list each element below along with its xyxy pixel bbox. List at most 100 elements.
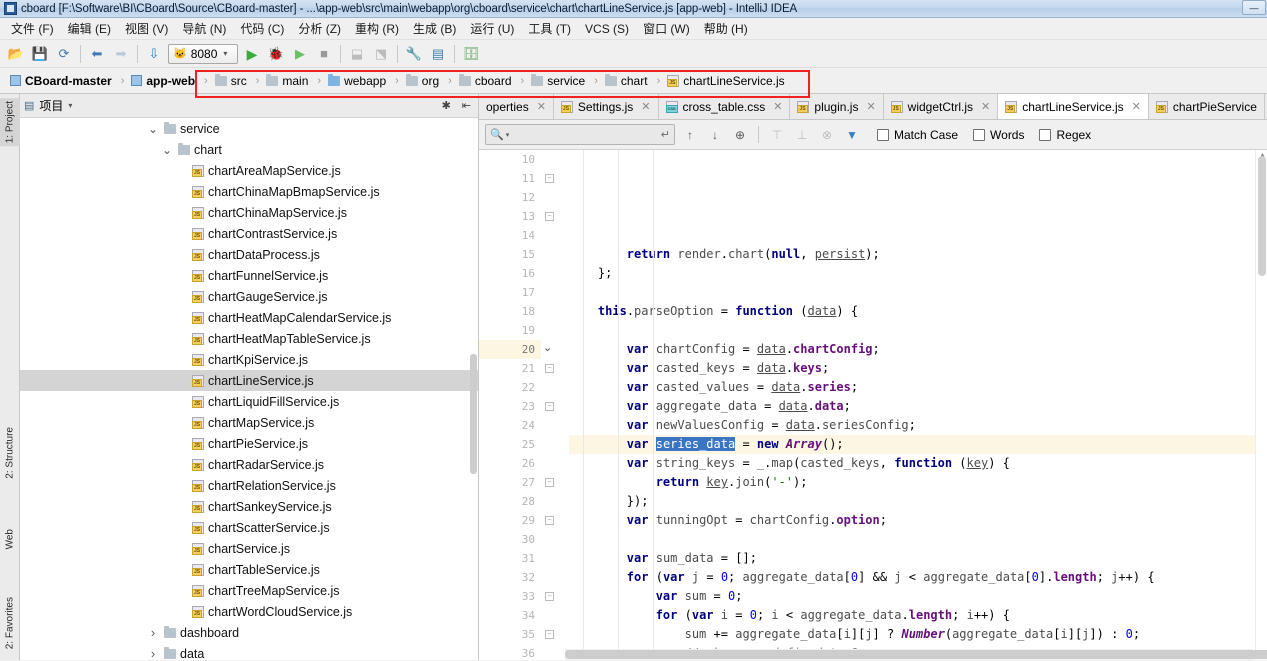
chevron-right-icon[interactable]: › xyxy=(146,625,160,640)
deploy-icon[interactable]: ⬔ xyxy=(370,43,392,65)
tree-row[interactable]: › dashboard xyxy=(20,622,478,643)
code-line[interactable]: var sum_data = []; xyxy=(569,549,1255,568)
words-checkbox[interactable]: Words xyxy=(973,128,1024,142)
close-icon[interactable]: ✕ xyxy=(537,100,546,113)
fold-collapse-icon[interactable]: − xyxy=(545,212,554,221)
editor-tab[interactable]: cross_table.css ✕ xyxy=(658,94,791,119)
select-all-occurrences-icon[interactable]: ⊕ xyxy=(730,125,750,145)
close-icon[interactable]: ✕ xyxy=(641,100,650,113)
breadcrumb-item-app-web[interactable]: app-web xyxy=(125,72,203,90)
forward-icon[interactable]: ➡ xyxy=(110,43,132,65)
tree-row[interactable]: chartSankeyService.js xyxy=(20,496,478,517)
editor-tab[interactable]: Settings.js ✕ xyxy=(553,94,659,119)
menu-view[interactable]: 视图 (V) xyxy=(118,18,175,39)
tree-row[interactable]: chartRelationService.js xyxy=(20,475,478,496)
gear-icon[interactable]: ✱ xyxy=(439,99,454,112)
fold-collapse-icon[interactable]: − xyxy=(545,516,554,525)
compile-icon[interactable]: ⇩ xyxy=(143,43,165,65)
fold-collapse-icon[interactable]: − xyxy=(545,592,554,601)
breadcrumb-item-webapp[interactable]: webapp xyxy=(322,72,394,90)
run-coverage-icon[interactable]: ▶ xyxy=(289,43,311,65)
tree-row[interactable]: chartChinaMapBmapService.js xyxy=(20,181,478,202)
code-line[interactable]: return key.join('-'); xyxy=(569,473,1255,492)
sync-icon[interactable]: ⟳ xyxy=(53,43,75,65)
menu-file[interactable]: 文件 (F) xyxy=(4,18,61,39)
tree-row[interactable]: chartWordCloudService.js xyxy=(20,601,478,622)
menu-analyze[interactable]: 分析 (Z) xyxy=(291,18,348,39)
breadcrumb-item-service[interactable]: service xyxy=(525,72,593,90)
fold-collapse-icon[interactable]: − xyxy=(545,364,554,373)
code-line[interactable]: var string_keys = _.map(casted_keys, fun… xyxy=(569,454,1255,473)
close-icon[interactable]: ✕ xyxy=(1132,100,1141,113)
breadcrumb-item-src[interactable]: src xyxy=(209,72,255,90)
code-line[interactable] xyxy=(569,283,1255,302)
find-next-icon[interactable]: ↓ xyxy=(705,125,725,145)
code-line[interactable]: for (var i = 0; i < aggregate_data.lengt… xyxy=(569,606,1255,625)
chevron-down-icon[interactable]: ⌄ xyxy=(160,144,174,156)
editor-marker-bar[interactable]: ▲ xyxy=(1255,150,1267,660)
fold-expanded-icon[interactable]: ⌄ xyxy=(543,343,552,354)
menu-build[interactable]: 生成 (B) xyxy=(406,18,463,39)
tool-window-web[interactable]: Web xyxy=(0,526,20,552)
tree-row[interactable]: chartLineService.js xyxy=(20,370,478,391)
code-text[interactable]: return render.chart(null, persist); }; t… xyxy=(565,150,1255,660)
tree-scrollbar-thumb[interactable] xyxy=(470,354,477,474)
chevron-down-icon[interactable]: ⌄ xyxy=(146,123,160,135)
breadcrumb-item-chart[interactable]: chart xyxy=(599,72,656,90)
code-line[interactable]: var sum = 0; xyxy=(569,587,1255,606)
breadcrumb-item-main[interactable]: main xyxy=(260,72,316,90)
minimize-button[interactable]: — xyxy=(1242,0,1266,15)
editor-tab[interactable]: chartLineService.js ✕ xyxy=(998,94,1149,119)
tree-row[interactable]: ⌄ service xyxy=(20,118,478,139)
breadcrumb-item-chartlineservice[interactable]: chartLineService.js xyxy=(661,72,792,90)
database-icon[interactable]: 🗄 xyxy=(460,43,482,65)
tree-row[interactable]: chartService.js xyxy=(20,538,478,559)
tree-row[interactable]: chartGaugeService.js xyxy=(20,286,478,307)
breadcrumb-item-cboard-master[interactable]: CBoard-master xyxy=(4,72,120,90)
tree-row[interactable]: chartDataProcess.js xyxy=(20,244,478,265)
code-line[interactable]: sum += aggregate_data[i][j] ? Number(agg… xyxy=(569,625,1255,644)
menu-vcs[interactable]: VCS (S) xyxy=(578,20,636,38)
close-icon[interactable]: ✕ xyxy=(866,100,875,113)
menu-refactor[interactable]: 重构 (R) xyxy=(348,18,406,39)
regex-checkbox[interactable]: Regex xyxy=(1039,128,1091,142)
run-icon[interactable]: ▶ xyxy=(241,43,263,65)
menu-edit[interactable]: 编辑 (E) xyxy=(61,18,118,39)
search-history-icon[interactable]: ▾ xyxy=(506,131,510,139)
breadcrumb-item-cboard[interactable]: cboard xyxy=(453,72,520,90)
chevron-right-icon[interactable]: › xyxy=(146,646,160,660)
match-case-checkbox[interactable]: Match Case xyxy=(877,128,958,142)
collapse-icon[interactable]: ⇤ xyxy=(459,99,474,112)
save-all-icon[interactable]: 💾 xyxy=(29,43,51,65)
chevron-down-icon[interactable]: ▾ xyxy=(223,49,227,58)
code-editor[interactable]: 10 11 12 13 14 15 16 17 18 19 20 21 22 23 24 25 26 27 28 29… xyxy=(479,150,1267,660)
code-line[interactable]: var aggregate_data = data.data; xyxy=(569,397,1255,416)
menu-code[interactable]: 代码 (C) xyxy=(233,18,291,39)
tree-row[interactable]: chartRadarService.js xyxy=(20,454,478,475)
tree-row[interactable]: chartScatterService.js xyxy=(20,517,478,538)
tree-row[interactable]: chartFunnelService.js xyxy=(20,265,478,286)
tree-row[interactable]: chartHeatMapTableService.js xyxy=(20,328,478,349)
breadcrumb-item-org[interactable]: org xyxy=(400,72,447,90)
run-configuration-selector[interactable]: 🐱 8080 ▾ xyxy=(168,43,238,64)
tree-row[interactable]: chartMapService.js xyxy=(20,412,478,433)
vertical-scrollbar-thumb[interactable] xyxy=(1258,156,1266,276)
code-line[interactable]: for (var j = 0; aggregate_data[0] && j <… xyxy=(569,568,1255,587)
project-structure-icon[interactable]: ▤ xyxy=(427,43,449,65)
tool-window-favorites[interactable]: 2: Favorites xyxy=(0,594,20,652)
find-prev-icon[interactable]: ↑ xyxy=(680,125,700,145)
tool-window-structure[interactable]: 2: Structure xyxy=(0,424,20,482)
tree-row[interactable]: chartContrastService.js xyxy=(20,223,478,244)
code-line[interactable] xyxy=(569,321,1255,340)
code-line[interactable]: var newValuesConfig = data.seriesConfig; xyxy=(569,416,1255,435)
tree-row[interactable]: chartHeatMapCalendarService.js xyxy=(20,307,478,328)
menu-tools[interactable]: 工具 (T) xyxy=(521,18,578,39)
close-icon[interactable]: ✕ xyxy=(981,100,990,113)
tree-row[interactable]: chartKpiService.js xyxy=(20,349,478,370)
editor-tab[interactable]: operties ✕ xyxy=(479,94,554,119)
code-line[interactable] xyxy=(569,530,1255,549)
tree-row[interactable]: chartTreeMapService.js xyxy=(20,580,478,601)
horizontal-scrollbar[interactable] xyxy=(565,649,1267,660)
back-icon[interactable]: ⬅ xyxy=(86,43,108,65)
horizontal-scrollbar-thumb[interactable] xyxy=(565,650,1267,659)
